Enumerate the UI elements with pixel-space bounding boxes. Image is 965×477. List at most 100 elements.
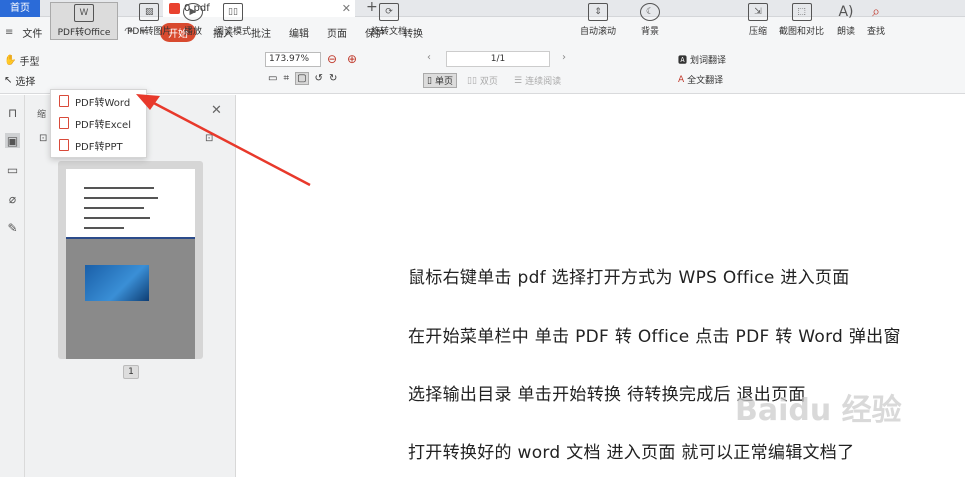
full-translate-icon: A xyxy=(678,74,685,85)
double-page-button[interactable]: ▯▯ 双页 xyxy=(467,74,498,88)
thumb-line xyxy=(84,207,144,209)
cursor-icon: ↖ xyxy=(4,75,13,86)
single-page-label: 单页 xyxy=(434,77,453,87)
find-button[interactable]: ⌕ 查找 xyxy=(866,3,886,37)
tab-close-icon[interactable]: ✕ xyxy=(342,0,351,17)
dropdown-pdf-to-word[interactable]: PDF转Word xyxy=(51,90,146,112)
pdf-to-office-label: PDF转Office xyxy=(57,28,111,38)
rotate-doc-button[interactable]: ⟳ 旋转文档 xyxy=(371,3,407,37)
comment-icon[interactable]: ▭ xyxy=(5,162,20,177)
rotate-doc-label: 旋转文档 xyxy=(371,27,408,37)
hand-icon: ✋ xyxy=(4,55,17,66)
rotate-left-icon[interactable]: ↺ xyxy=(315,73,323,84)
panel-options-icon[interactable]: ⊡ xyxy=(205,133,213,144)
auto-scroll-button[interactable]: ⇕ 自动滚动 xyxy=(580,3,616,37)
zoom-in-icon[interactable]: ⊕ xyxy=(347,52,357,66)
panel-thumb-size-icon[interactable]: ⊡ xyxy=(39,133,47,144)
play-button[interactable]: ▶ 播放 xyxy=(183,3,203,37)
pdf-to-image-button[interactable]: ▨ PDF转图片 xyxy=(127,3,172,37)
thumb-line xyxy=(84,217,150,219)
next-page-icon[interactable]: › xyxy=(562,52,566,63)
thumbnail-image xyxy=(85,265,149,301)
single-page-button[interactable]: ▯ 单页 xyxy=(423,73,457,88)
pdf-to-office-dropdown: PDF转Word PDF转Excel PDF转PPT xyxy=(50,89,147,158)
translate-icon: 🅰 xyxy=(678,56,688,66)
read-aloud-icon: A) xyxy=(838,4,854,20)
double-page-icon: ▯▯ xyxy=(467,75,477,86)
thumbnail-text-area xyxy=(66,169,195,239)
page-number-input[interactable]: 1/1 xyxy=(446,51,550,67)
tab-home[interactable]: 首页 xyxy=(0,0,40,17)
tab-home-label: 首页 xyxy=(10,3,30,14)
double-page-label: 双页 xyxy=(479,77,498,87)
word-file-icon xyxy=(59,95,69,107)
dropdown-pdf-to-ppt[interactable]: PDF转PPT xyxy=(51,134,146,156)
pdf-to-image-label: PDF转图片 xyxy=(127,27,172,37)
fit-tools: ▭ ⌗ ▢ ↺ ↻ xyxy=(268,72,337,85)
background-label: 背景 xyxy=(640,27,659,37)
book-icon: ▯▯ xyxy=(223,3,243,21)
thumb-line xyxy=(84,197,158,199)
thumbnail-icon[interactable]: ▣ xyxy=(5,133,20,148)
auto-scroll-icon: ⇕ xyxy=(588,3,608,21)
pdf-to-ppt-label: PDF转PPT xyxy=(75,141,123,153)
auto-scroll-label: 自动滚动 xyxy=(580,27,617,37)
play-label: 播放 xyxy=(183,27,202,37)
pdf-to-office-icon: W xyxy=(74,4,94,22)
read-aloud-button[interactable]: A) 朗读 xyxy=(836,3,856,37)
background-button[interactable]: ☾ 背景 xyxy=(640,3,660,37)
hand-tool[interactable]: ✋ 手型 xyxy=(4,53,39,68)
single-page-icon: ▯ xyxy=(427,75,432,86)
continuous-read-button[interactable]: ☰ 连续阅读 xyxy=(514,74,561,88)
thumbnail-page xyxy=(66,169,195,359)
rotate-doc-icon: ⟳ xyxy=(379,3,399,21)
pdf-to-office-button[interactable]: W PDF转Office xyxy=(50,2,118,40)
continuous-icon: ☰ xyxy=(514,75,523,86)
menu-page[interactable]: 页面 xyxy=(318,25,356,40)
signature-icon[interactable]: ✎ xyxy=(5,220,20,235)
compress-icon: ⇲ xyxy=(748,3,768,21)
doc-line-1: 鼠标右键单击 pdf 选择打开方式为 WPS Office 进入页面 xyxy=(408,268,850,288)
zoom-select[interactable]: 173.97% xyxy=(265,52,321,67)
fit-width-icon[interactable]: ▢ xyxy=(295,72,309,85)
menu-edit[interactable]: 编辑 xyxy=(280,25,318,40)
moon-icon: ☾ xyxy=(640,3,660,21)
baidu-watermark: Baidu 经验 xyxy=(735,393,902,428)
screenshot-compare-label: 截图和对比 xyxy=(779,27,825,37)
actual-size-icon[interactable]: ▭ xyxy=(268,73,277,84)
doc-line-4: 打开转换好的 word 文档 进入页面 就可以正常编辑文档了 xyxy=(408,443,855,463)
page-number-badge: 1 xyxy=(123,365,139,379)
select-tool[interactable]: ↖ 选择 xyxy=(4,73,35,88)
zoom-out-icon[interactable]: ⊖ xyxy=(327,52,337,66)
doc-line-2: 在开始菜单栏中 单击 PDF 转 Office 点击 PDF 转 Word 弹出… xyxy=(408,327,901,347)
ppt-file-icon xyxy=(59,139,69,151)
left-strip: ⊓ ▣ ▭ ⌀ ✎ xyxy=(0,95,25,477)
read-mode-button[interactable]: ▯▯ 阅读模式 xyxy=(215,3,251,37)
screenshot-compare-button[interactable]: ⬚ 截图和对比 xyxy=(779,3,824,37)
pdf-to-excel-label: PDF转Excel xyxy=(75,119,131,131)
compress-button[interactable]: ⇲ 压缩 xyxy=(748,3,768,37)
menu-file[interactable]: 文件 xyxy=(22,25,51,40)
full-translate-label: 全文翻译 xyxy=(687,76,724,86)
prev-page-icon[interactable]: ‹ xyxy=(427,52,431,63)
page-thumbnail[interactable] xyxy=(58,161,203,359)
pdf-to-image-icon: ▨ xyxy=(139,3,160,21)
close-icon[interactable]: ✕ xyxy=(211,103,222,118)
thumb-line xyxy=(84,227,124,229)
bookmark-icon[interactable]: ⊓ xyxy=(5,105,20,120)
excel-file-icon xyxy=(59,117,69,129)
full-translate-button[interactable]: A 全文翻译 xyxy=(678,73,724,87)
word-translate-button[interactable]: 🅰 划词翻译 xyxy=(678,53,726,66)
play-icon: ▶ xyxy=(183,3,203,21)
dropdown-pdf-to-excel[interactable]: PDF转Excel xyxy=(51,112,146,134)
rotate-right-icon[interactable]: ↻ xyxy=(329,73,337,84)
find-label: 查找 xyxy=(866,27,885,37)
fit-page-icon[interactable]: ⌗ xyxy=(283,73,289,84)
screenshot-icon: ⬚ xyxy=(791,3,812,21)
search-icon: ⌕ xyxy=(872,4,880,20)
hand-label: 手型 xyxy=(19,57,40,68)
attachment-icon[interactable]: ⌀ xyxy=(5,191,20,206)
hamburger-icon[interactable]: ≡ xyxy=(0,27,22,38)
compress-label: 压缩 xyxy=(748,27,767,37)
thumb-line xyxy=(84,187,154,189)
